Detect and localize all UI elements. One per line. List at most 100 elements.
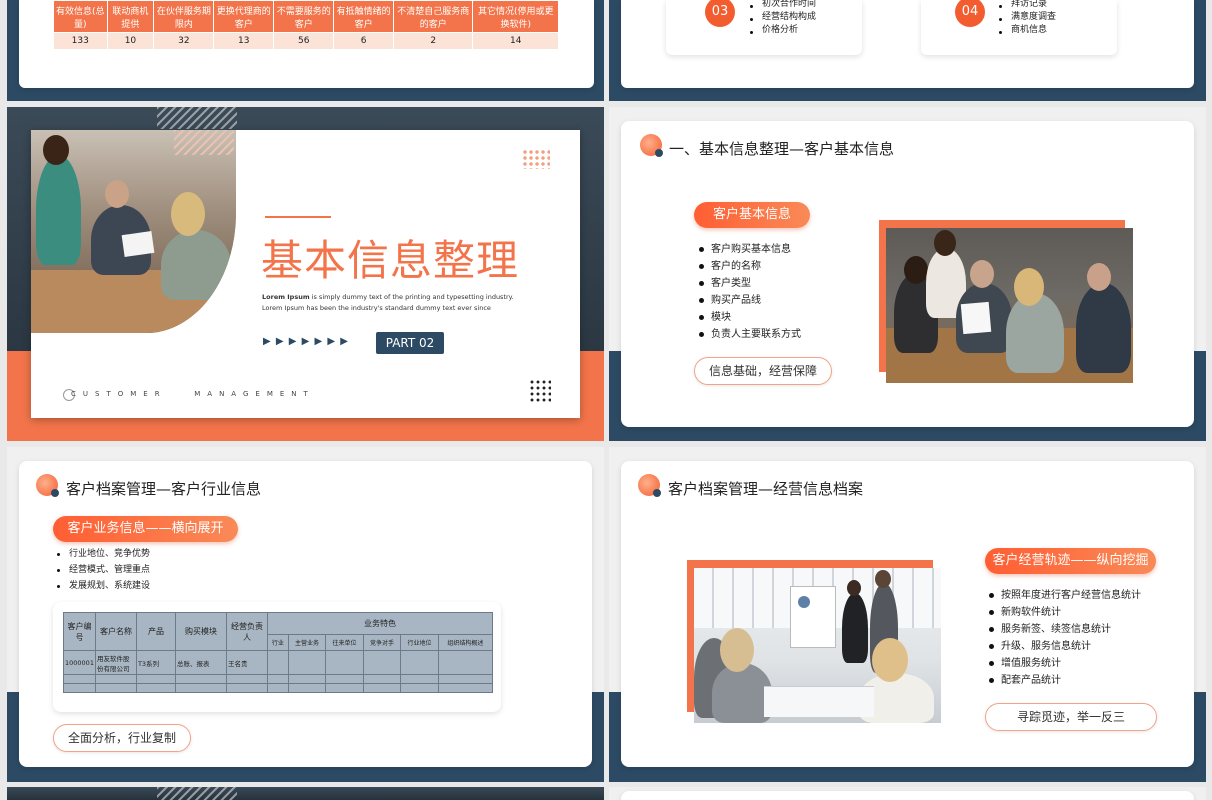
lorem-text: Lorem Ipsum is simply dummy text of the … [262, 292, 522, 314]
list-item: 客户购买基本信息 [697, 241, 801, 258]
th-product: 产品 [135, 612, 176, 651]
info-pill: 客户基本信息 [694, 202, 810, 228]
slide-title[interactable]: 基本信息整理 Lorem Ipsum is simply dummy text … [7, 107, 604, 441]
number-badge-03: 03 [705, 0, 735, 27]
table-header-cell: 不需要服务的客户 [273, 0, 335, 33]
header-dot-small-icon [653, 489, 661, 497]
lorem-bold: Lorem Ipsum [262, 293, 310, 301]
hatch-decoration [157, 107, 237, 129]
bullet-list: 按照年度进行客户经营信息统计 新购软件统计 服务新签、续签信息统计 升级、服务信… [987, 587, 1141, 689]
table-subheader-cell: 行业 [266, 634, 289, 651]
cell-product: T3系列 [135, 650, 176, 675]
title-rule [265, 216, 331, 218]
table-subheader-cell: 往来单位 [325, 634, 364, 651]
list-item: 经营模式、管理重点 [55, 562, 150, 578]
dot-grid-icon [529, 379, 551, 403]
list-item: 经营结构构成 [748, 11, 816, 24]
table-header-cell: 不清楚自己服务商的客户 [392, 0, 474, 33]
table-header-cell: 联动商机提供 [106, 0, 155, 33]
slide-top-left[interactable]: 有效信息(总量) 联动商机提供 在伙伴服务期限内 更换代理商的客户 不需要服务的客户 有抵… [7, 0, 604, 101]
slide-industry-info[interactable]: 客户档案管理—客户行业信息 客户业务信息——横向展开 行业地位、竞争优势 经营模… [7, 447, 604, 782]
info-pill: 客户经营轨迹——纵向挖掘 [985, 548, 1156, 574]
table-value-cell: 10 [106, 32, 155, 50]
section-heading: 客户档案管理—客户行业信息 [66, 480, 262, 498]
list-item: 发展规划、系统建设 [55, 578, 150, 594]
table-value-cell: 6 [333, 32, 394, 50]
table-value-cell: 2 [392, 32, 474, 50]
footer-text: CUSTOMER MANAGEMENT [71, 390, 315, 398]
list-item: 拜访记录 [997, 0, 1056, 11]
table-subheader-cell: 组织结构概述 [437, 634, 494, 651]
list-item: 增值服务统计 [987, 655, 1141, 672]
list-item: 商机信息 [997, 24, 1056, 37]
table-header-cell: 有抵触情绪的客户 [333, 0, 394, 33]
bullet-list: 客户购买基本信息 客户的名称 客户类型 购买产品线 模块 负责人主要联系方式 [697, 241, 801, 343]
table-header-cell: 在伙伴服务期限内 [153, 0, 215, 33]
section-heading: 客户档案管理—经营信息档案 [668, 480, 864, 498]
cell-owner: 王名贵 [225, 650, 268, 675]
th-owner: 经营负责人 [225, 612, 268, 651]
summary-pill: 信息基础，经营保障 [694, 357, 832, 385]
list-item: 初次合作时间 [748, 0, 816, 11]
list-item: 新购软件统计 [987, 604, 1141, 621]
table-header-cell: 更换代理商的客户 [213, 0, 275, 33]
table-header-cell: 其它情况(停用或更换软件) [472, 0, 559, 33]
meeting-photo [694, 568, 941, 723]
list-item: 升级、服务信息统计 [987, 638, 1141, 655]
list-item: 购买产品线 [697, 292, 801, 309]
dots-decoration [522, 149, 550, 169]
table-value-cell: 13 [213, 32, 275, 50]
lorem-line2: Lorem Ipsum has been the industry's stan… [262, 304, 491, 312]
slide-top-right[interactable]: 03 初次合作时间 经营结构构成 价格分析 04 拜访记录 满意度调查 商机信息 [609, 0, 1206, 101]
cell-name: 用友软件股份有限公司 [94, 650, 137, 675]
table-card: 客户编号 客户名称 产品 购买模块 经营负责人 业务特色 行业 主营业务 往来单位竞… [53, 602, 501, 712]
slide-title-text: 基本信息整理 [261, 236, 520, 285]
meeting-photo [886, 228, 1133, 383]
list-item: 模块 [697, 309, 801, 326]
cell-module: 总账、报表 [174, 650, 227, 675]
list-item: 满意度调查 [997, 11, 1056, 24]
table-subheader-cell: 主营业务 [287, 634, 327, 651]
arrow-row: ▶ ▶ ▶ ▶ ▶ ▶ ▶ [263, 336, 349, 347]
list-item: 按照年度进行客户经营信息统计 [987, 587, 1141, 604]
flipchart [790, 586, 836, 648]
meeting-photo [31, 130, 236, 333]
item-04-list: 拜访记录 满意度调查 商机信息 [997, 0, 1056, 37]
table-value-cell: 56 [273, 32, 335, 50]
header-dot-small-icon [51, 489, 59, 497]
part-label: PART 02 [376, 332, 444, 354]
table-value-cell: 14 [472, 32, 559, 50]
summary-pill: 全面分析，行业复制 [53, 724, 191, 752]
table-value-cell: 133 [53, 32, 108, 50]
slide-next-right-partial[interactable] [609, 787, 1206, 800]
th-group: 业务特色 [266, 612, 494, 635]
list-item: 配套产品统计 [987, 672, 1141, 689]
list-item: 行业地位、竞争优势 [55, 546, 150, 562]
list-item: 价格分析 [748, 24, 816, 37]
industry-table: 客户编号 客户名称 产品 购买模块 经营负责人 业务特色 行业 主营业务 往来单位竞… [63, 612, 494, 693]
th-name: 客户名称 [94, 612, 137, 651]
list-item: 客户的名称 [697, 258, 801, 275]
header-dot-small-icon [655, 149, 663, 157]
item-03-list: 初次合作时间 经营结构构成 价格分析 [748, 0, 816, 37]
item-card-04: 04 拜访记录 满意度调查 商机信息 [921, 0, 1117, 55]
info-pill: 客户业务信息——横向展开 [53, 516, 238, 542]
bullet-list: 行业地位、竞争优势 经营模式、管理重点 发展规划、系统建设 [55, 546, 150, 594]
table-subheader-cell: 竞争对手 [362, 634, 402, 651]
th-module: 购买模块 [174, 612, 227, 651]
summary-pill: 寻踪觅迹，举一反三 [985, 703, 1157, 731]
table-subheader-cell: 行业地位 [400, 634, 439, 651]
stats-table: 有效信息(总量) 联动商机提供 在伙伴服务期限内 更换代理商的客户 不需要服务的客户 有抵… [53, 0, 559, 50]
table-header-cell: 有效信息(总量) [53, 0, 108, 33]
number-badge-04: 04 [955, 0, 985, 27]
section-heading: 一、基本信息整理—客户基本信息 [669, 140, 895, 158]
list-item: 负责人主要联系方式 [697, 326, 801, 343]
th-id: 客户编号 [63, 612, 96, 651]
cell-id: 1000001 [63, 650, 96, 675]
lorem-line1: is simply dummy text of the printing and… [309, 293, 514, 301]
item-card-03: 03 初次合作时间 经营结构构成 价格分析 [666, 0, 862, 55]
slide-next-left-partial[interactable] [7, 787, 604, 800]
slide-operations[interactable]: 客户档案管理—经营信息档案 客户经营轨迹——纵向挖掘 按照年度进行客户经营信息统… [609, 447, 1206, 782]
hatch-box [174, 130, 234, 155]
slide-basic-info[interactable]: 一、基本信息整理—客户基本信息 客户基本信息 客户购买基本信息 客户的名称 客户… [609, 107, 1206, 441]
